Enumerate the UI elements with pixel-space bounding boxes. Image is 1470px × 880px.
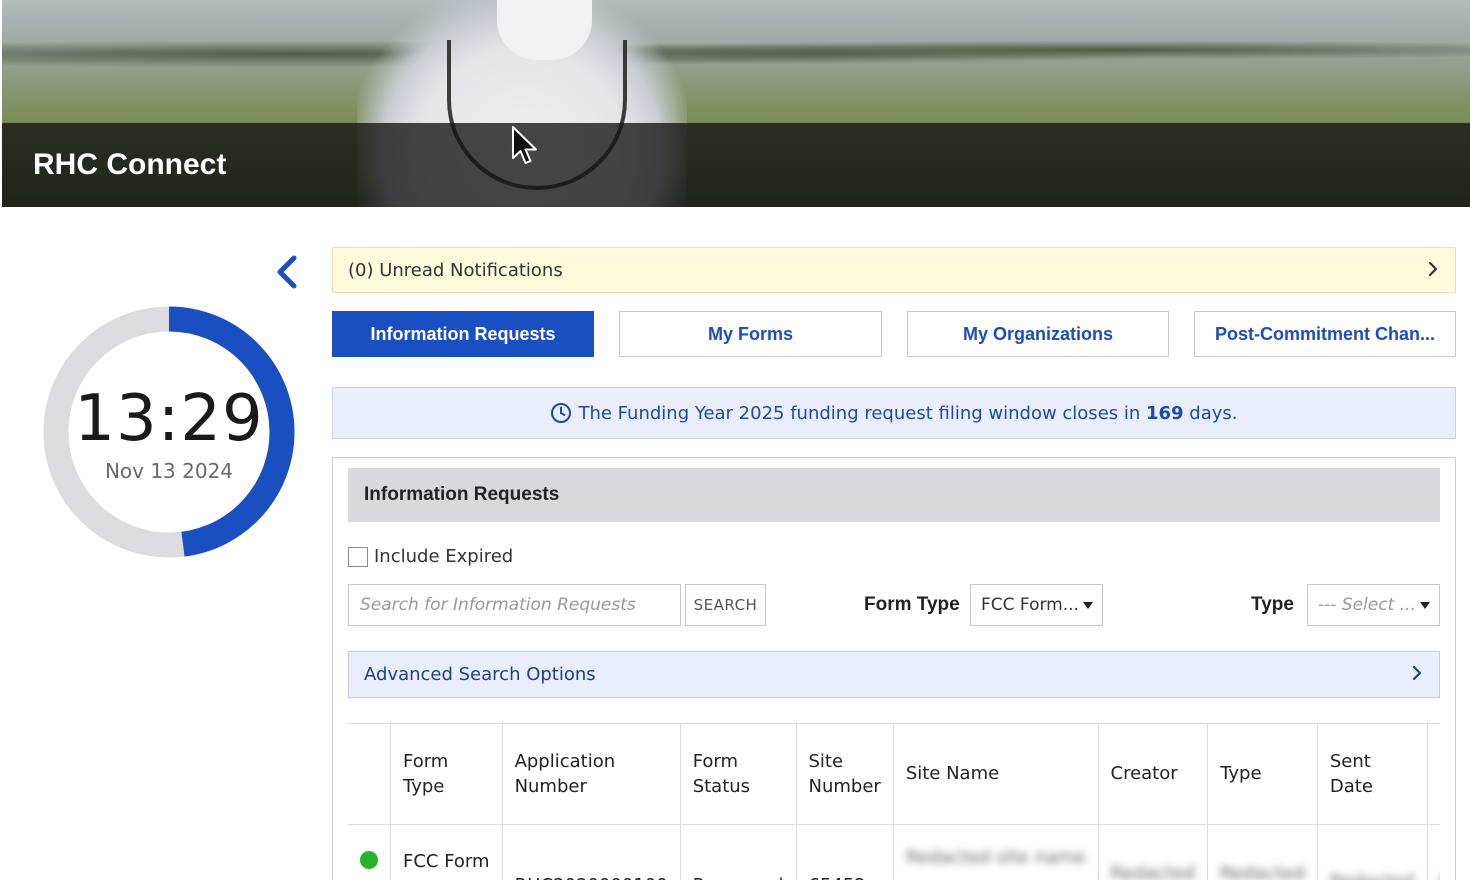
type-value: --- Select ...: [1318, 595, 1416, 615]
form-type-value: FCC Form...: [981, 595, 1079, 615]
clock-icon: [551, 403, 572, 423]
app-title: RHC Connect: [33, 148, 227, 181]
unread-notifications-bar[interactable]: (0) Unread Notifications: [332, 247, 1456, 293]
tab-my-forms[interactable]: My Forms: [619, 311, 882, 357]
row-status-cell: [348, 823, 391, 880]
table-header-row: Form Type Application Number Form Status…: [348, 724, 1440, 824]
search-input[interactable]: Search for Information Requests: [348, 584, 681, 626]
col-site-name[interactable]: Site Name: [892, 724, 1098, 824]
chevron-right-icon: [1411, 664, 1423, 687]
cell-creator: Redacted: [1097, 823, 1208, 880]
tab-my-organizations[interactable]: My Organizations: [907, 311, 1169, 357]
cell-form-status: Processed: [679, 823, 796, 880]
col-application-number[interactable]: Application Number: [501, 724, 681, 824]
funding-text-prefix: The Funding Year 2025 funding request fi…: [578, 402, 1146, 424]
mouse-cursor-icon: [512, 126, 537, 164]
cell-type: Redacted: [1207, 823, 1318, 880]
cell-form-type: FCC Form: [390, 823, 503, 880]
include-expired-checkbox[interactable]: [348, 546, 368, 567]
funding-text-suffix: days.: [1183, 402, 1238, 424]
form-type-select[interactable]: FCC Form...: [970, 584, 1103, 626]
status-dot-icon: [360, 850, 378, 869]
panel-title: Information Requests: [348, 468, 1440, 522]
banner-trees: [2, 30, 1470, 70]
advanced-search-label: Advanced Search Options: [364, 664, 596, 685]
tab-information-requests[interactable]: Information Requests: [332, 311, 594, 357]
col-status: [348, 724, 391, 824]
clock-time: 13:29: [74, 382, 264, 456]
col-creator[interactable]: Creator: [1097, 724, 1208, 824]
include-expired-label: Include Expired: [374, 546, 514, 567]
notifications-label: (0) Unread Notifications: [348, 259, 563, 281]
caret-down-icon: [1420, 602, 1430, 609]
cell-initial-deadline: Redacted: [1426, 823, 1440, 880]
chevron-right-icon: [1427, 260, 1439, 283]
col-form-status[interactable]: Form Status: [679, 724, 796, 824]
funding-window-banner: The Funding Year 2025 funding request fi…: [332, 387, 1456, 439]
caret-down-icon: [1083, 602, 1093, 609]
tab-post-commitment-changes[interactable]: Post-Commitment Chan...: [1194, 311, 1456, 357]
col-site-number[interactable]: Site Number: [795, 724, 894, 824]
clock-date: Nov 13 2024: [104, 459, 234, 483]
col-sent-date[interactable]: Sent Date: [1316, 724, 1428, 824]
col-form-type[interactable]: Form Type: [390, 724, 503, 824]
search-button[interactable]: SEARCH: [685, 584, 766, 626]
table-row[interactable]: FCC Form RHC2020000100 Processed 65452 R…: [348, 823, 1440, 880]
cell-application-number[interactable]: RHC2020000100: [501, 823, 681, 880]
col-initial-deadline[interactable]: Initial Deadline: [1426, 724, 1440, 824]
funding-days-count: 169: [1146, 402, 1184, 424]
cell-sent-date: Redacted: [1316, 823, 1428, 880]
back-chevron-icon[interactable]: [272, 252, 302, 292]
information-requests-table: Form Type Application Number Form Status…: [348, 723, 1440, 880]
advanced-search-options[interactable]: Advanced Search Options: [348, 651, 1440, 698]
form-type-label: Form Type: [864, 594, 960, 615]
include-expired-row: Include Expired: [348, 546, 513, 567]
cell-site-number: 65452: [795, 823, 894, 880]
cell-site-name: Redacted site name: [892, 823, 1098, 880]
type-label: Type: [1251, 594, 1294, 615]
col-type[interactable]: Type: [1207, 724, 1318, 824]
type-select[interactable]: --- Select ...: [1307, 584, 1440, 626]
